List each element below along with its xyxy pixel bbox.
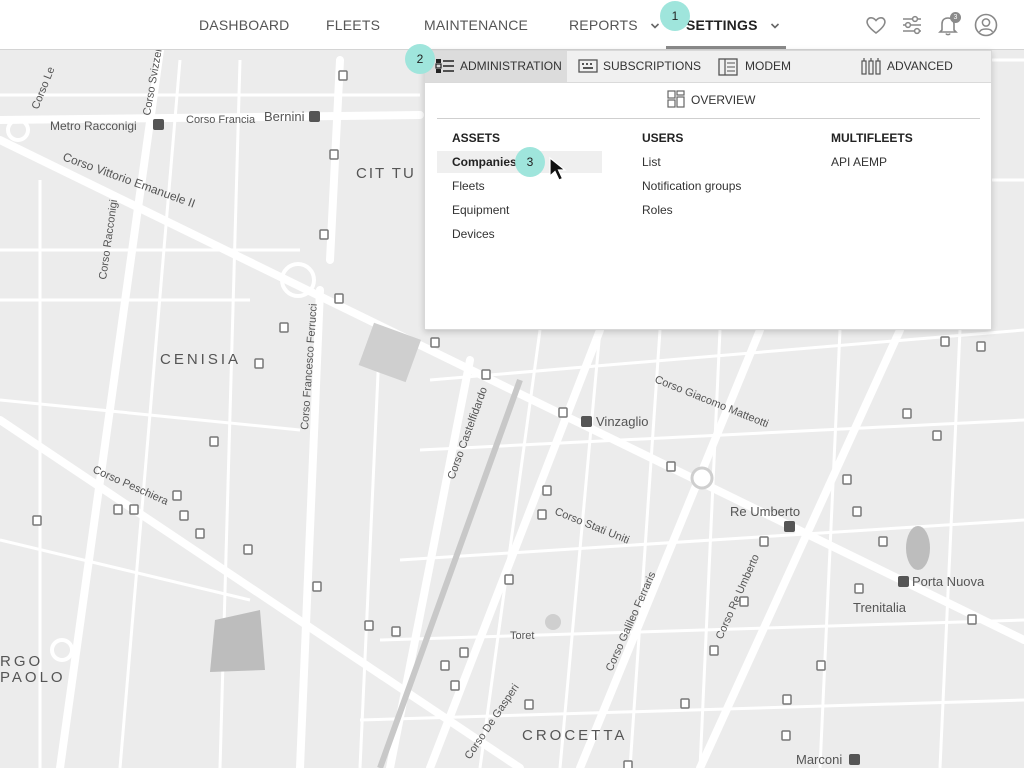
map-label: Metro Racconigi [50, 119, 137, 133]
tab-administration[interactable]: ADMINISTRATION [425, 51, 567, 82]
nav-reports[interactable]: REPORTS [569, 0, 660, 50]
tab-administration-label: ADMINISTRATION [460, 59, 562, 73]
top-navigation-bar: DASHBOARD FLEETS MAINTENANCE REPORTS SET… [0, 0, 1024, 50]
menu-item-user-list[interactable]: List [642, 151, 661, 173]
advanced-icon [861, 58, 881, 75]
map-label: Trenitalia [853, 600, 907, 615]
sliders-icon[interactable] [899, 12, 925, 38]
menu-item-devices[interactable]: Devices [452, 223, 495, 245]
tab-advanced[interactable]: ADVANCED [847, 51, 991, 82]
column-heading-users: USERS [642, 131, 684, 145]
overview-label: OVERVIEW [691, 93, 756, 107]
tab-modem-label: MODEM [745, 59, 791, 73]
tab-subscriptions[interactable]: SUBSCRIPTIONS [567, 51, 707, 82]
user-icon[interactable] [973, 12, 999, 38]
map-label: CROCETTA [522, 727, 627, 744]
active-nav-underline [666, 46, 786, 49]
column-heading-multifleets: MULTIFLEETS [831, 131, 913, 145]
column-heading-assets: ASSETS [452, 131, 501, 145]
nav-dashboard[interactable]: DASHBOARD [199, 0, 289, 50]
menu-item-notification-groups[interactable]: Notification groups [642, 175, 741, 197]
nav-reports-label: REPORTS [569, 17, 638, 33]
map-label: PAOLO [0, 669, 66, 686]
step-marker-2: 2 [405, 44, 435, 74]
list-icon [435, 59, 454, 73]
map-label: Porta Nuova [912, 574, 985, 589]
notification-badge: 3 [950, 12, 961, 23]
step-marker-1: 1 [660, 1, 690, 31]
settings-dropdown-panel: ADMINISTRATION SUBSCRIPTIONS MODEM ADVAN… [424, 50, 992, 330]
map-label: CIT TU [356, 165, 416, 182]
chevron-down-icon [770, 23, 779, 29]
mouse-cursor-icon [549, 156, 567, 181]
map-label: Toret [510, 630, 534, 642]
menu-item-equipment[interactable]: Equipment [452, 199, 509, 221]
heart-icon[interactable] [863, 12, 889, 38]
map-label: Corso Francia [186, 114, 256, 126]
map-label: Re Umberto [730, 504, 800, 519]
nav-fleets[interactable]: FLEETS [326, 0, 380, 50]
modem-icon [718, 58, 738, 76]
map-label: Vinzaglio [596, 414, 649, 429]
tab-modem[interactable]: MODEM [707, 51, 847, 82]
map-label: Marconi [796, 752, 842, 767]
step-marker-3: 3 [515, 147, 545, 177]
chevron-down-icon [650, 23, 659, 29]
menu-item-fleets[interactable]: Fleets [452, 175, 485, 197]
tab-advanced-label: ADVANCED [887, 59, 953, 73]
menu-item-api-aemp[interactable]: API AEMP [831, 151, 887, 173]
grid-icon [667, 90, 685, 108]
map-label: RGO [0, 653, 43, 670]
nav-settings[interactable]: SETTINGS [686, 0, 780, 50]
tab-subscriptions-label: SUBSCRIPTIONS [603, 59, 702, 73]
map-label: Bernini [264, 109, 305, 124]
nav-settings-label: SETTINGS [686, 17, 758, 33]
divider [437, 118, 980, 119]
keyboard-icon [578, 59, 598, 73]
settings-subtabs: ADMINISTRATION SUBSCRIPTIONS MODEM ADVAN… [425, 51, 991, 83]
map-label: CENISIA [160, 351, 241, 368]
nav-maintenance[interactable]: MAINTENANCE [424, 0, 528, 50]
menu-item-roles[interactable]: Roles [642, 199, 673, 221]
